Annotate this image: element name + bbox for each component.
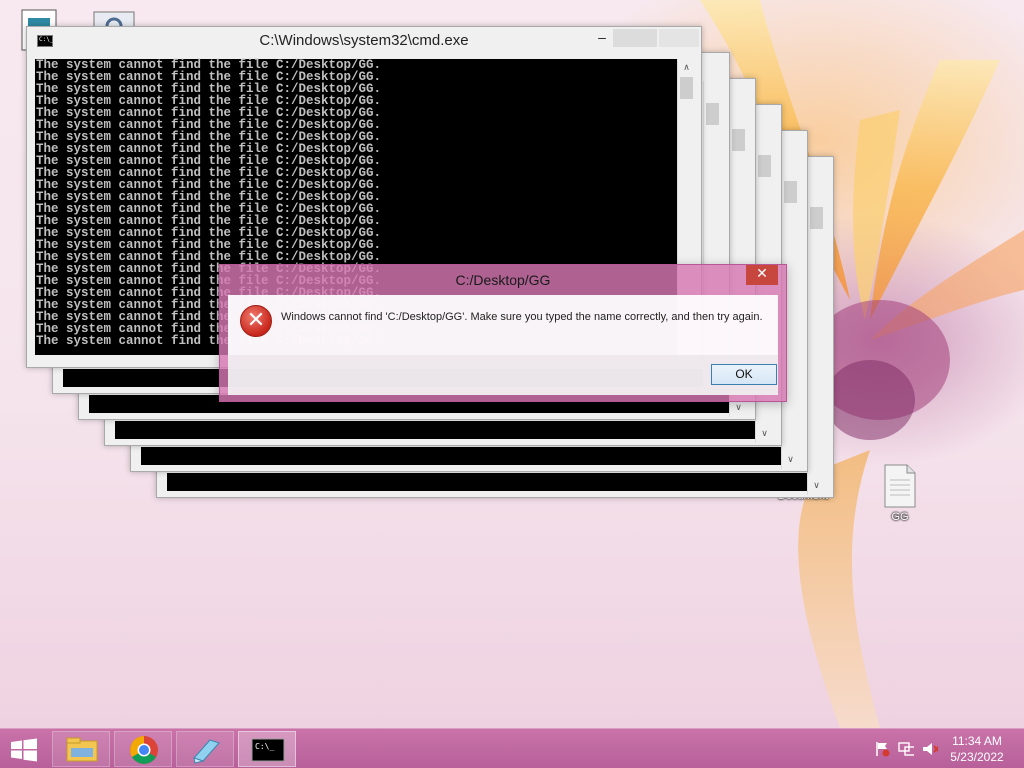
- clock[interactable]: 11:34 AM 5/23/2022: [942, 733, 1012, 765]
- taskbar: C:\_ 11:34 AM 5/23/2022: [0, 728, 1024, 768]
- error-dialog[interactable]: C:/Desktop/GG ✕ ✕ Windows cannot find 'C…: [219, 264, 787, 402]
- windows-logo-icon: [11, 738, 37, 762]
- text-file-icon: [884, 464, 916, 508]
- taskbar-cmd[interactable]: C:\_: [238, 731, 296, 767]
- volume-muted-icon[interactable]: [922, 741, 938, 757]
- scroll-up-icon[interactable]: ∧: [678, 61, 695, 75]
- desktop-icon-label: GG: [891, 511, 909, 523]
- taskbar-notepad[interactable]: [176, 731, 234, 767]
- maximize-button[interactable]: [613, 29, 657, 47]
- taskbar-chrome[interactable]: [114, 731, 172, 767]
- file-explorer-icon: [66, 737, 98, 762]
- svg-text:C:\_: C:\_: [255, 742, 274, 751]
- start-button[interactable]: [10, 738, 38, 762]
- scrollbar-thumb[interactable]: [680, 77, 693, 99]
- close-button[interactable]: [659, 29, 699, 47]
- action-center-flag-icon[interactable]: [874, 741, 890, 757]
- chrome-icon: [130, 736, 158, 764]
- scroll-down-icon[interactable]: ∨: [808, 479, 825, 493]
- cmd-icon: C:\_: [37, 35, 53, 47]
- taskbar-file-explorer[interactable]: [52, 731, 110, 767]
- ok-button[interactable]: OK: [711, 364, 777, 385]
- dialog-footer: OK: [228, 355, 778, 395]
- cmd-icon: C:\_: [251, 738, 285, 762]
- vertical-scrollbar[interactable]: ∨: [807, 185, 825, 495]
- scroll-down-icon[interactable]: ∨: [782, 453, 799, 467]
- clock-date: 5/23/2022: [950, 750, 1004, 764]
- scroll-down-icon[interactable]: ∨: [730, 401, 747, 415]
- notepad-icon: [193, 739, 220, 764]
- error-icon: ✕: [240, 305, 272, 337]
- network-icon[interactable]: [898, 741, 914, 757]
- scroll-down-icon[interactable]: ∨: [756, 427, 773, 441]
- dialog-close-button[interactable]: ✕: [746, 265, 778, 285]
- dialog-body: ✕ Windows cannot find 'C:/Desktop/GG'. M…: [228, 295, 778, 355]
- clock-time: 11:34 AM: [952, 734, 1002, 748]
- window-title: C:\Windows\system32\cmd.exe: [259, 32, 469, 49]
- dialog-title: C:/Desktop/GG: [455, 272, 551, 288]
- desktop-icon-gg[interactable]: GG: [870, 464, 930, 523]
- minimize-button[interactable]: –: [593, 29, 611, 49]
- error-message: Windows cannot find 'C:/Desktop/GG'. Mak…: [281, 311, 763, 323]
- window-titlebar[interactable]: C:\_ C:\Windows\system32\cmd.exe –: [27, 27, 701, 55]
